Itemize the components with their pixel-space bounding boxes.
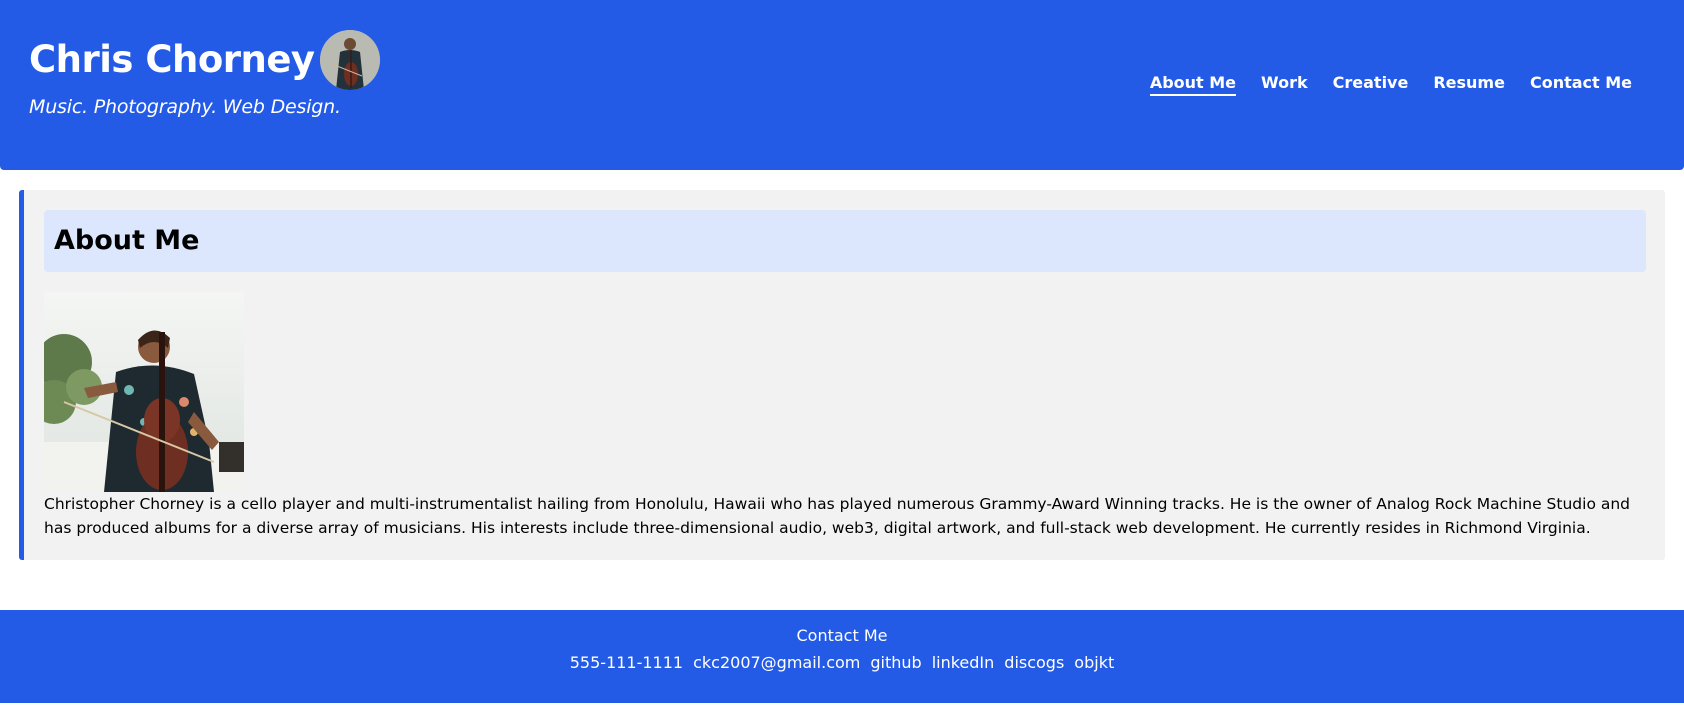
footer-links: 555-111-1111 ckc2007@gmail.com github li…: [0, 653, 1684, 673]
footer-title: Contact Me: [796, 626, 888, 645]
site-title: Chris Chorney: [29, 38, 315, 81]
main-nav: About Me Work Creative Resume Contact Me: [1125, 72, 1632, 96]
avatar-photo-icon: [319, 30, 380, 90]
nav-about-me[interactable]: About Me: [1149, 72, 1237, 96]
cellist-photo-icon: [44, 292, 244, 492]
portrait-photo: [44, 292, 244, 492]
nav-contact-me[interactable]: Contact Me: [1530, 72, 1632, 96]
about-section: About Me Christopher Chorney is a cello …: [19, 190, 1665, 560]
site-header: Chris Chorney Music. Photography. Web De…: [0, 0, 1684, 170]
footer-link-objkt[interactable]: objkt: [1074, 653, 1114, 673]
section-heading-bar: About Me: [44, 210, 1646, 272]
footer-link-github[interactable]: github: [870, 653, 921, 673]
nav-work[interactable]: Work: [1261, 72, 1308, 96]
section-heading: About Me: [54, 225, 200, 256]
nav-creative[interactable]: Creative: [1333, 72, 1409, 96]
tagline: Music. Photography. Web Design.: [29, 96, 341, 118]
bio-text: Christopher Chorney is a cello player an…: [44, 495, 1631, 537]
footer-link-discogs[interactable]: discogs: [1004, 653, 1064, 673]
brand: Chris Chorney: [29, 30, 380, 90]
avatar: [319, 30, 380, 90]
site-footer: Contact Me 555-111-1111 ckc2007@gmail.co…: [0, 610, 1684, 703]
footer-link-phone[interactable]: 555-111-1111: [570, 653, 683, 673]
footer-link-email[interactable]: ckc2007@gmail.com: [693, 653, 860, 673]
nav-resume[interactable]: Resume: [1433, 72, 1505, 96]
footer-link-linkedin[interactable]: linkedIn: [932, 653, 995, 673]
